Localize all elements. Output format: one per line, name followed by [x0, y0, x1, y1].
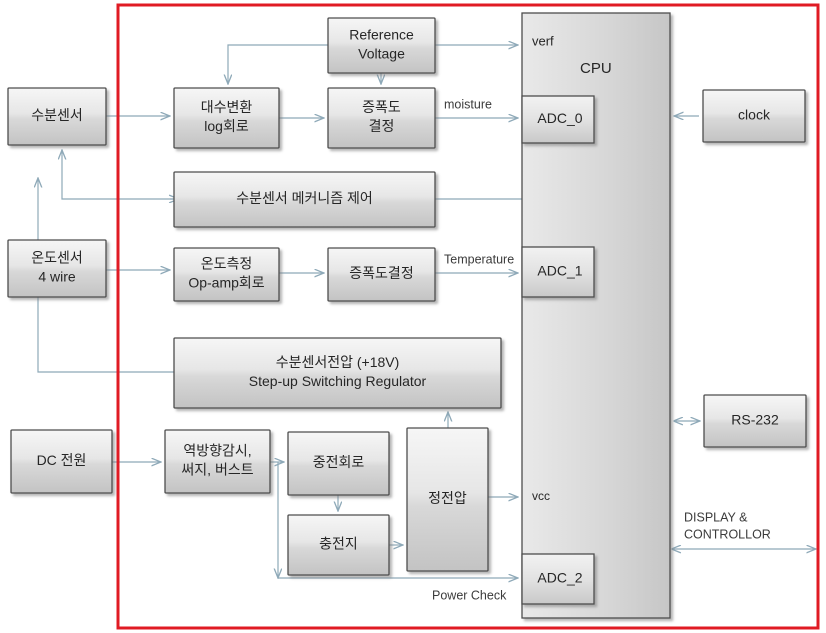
- cpu-pin-vcc: vcc: [532, 489, 550, 503]
- block-label-line: 중전회로: [313, 454, 365, 470]
- block-label-line: 4 wire: [38, 269, 76, 285]
- block-label-line: 증폭도: [362, 99, 401, 115]
- block-label-line: Voltage: [358, 46, 405, 62]
- cpu-label: CPU: [580, 60, 612, 77]
- block-temp-sensor[interactable]: 온도센서 4 wire: [7, 239, 107, 298]
- block-charge-circuit[interactable]: 중전회로: [287, 431, 390, 496]
- block-rs-232[interactable]: RS-232: [703, 394, 807, 448]
- block-label-line: clock: [738, 107, 771, 123]
- edge-label-power-check-label: Power Check: [432, 588, 507, 602]
- block-label-line: RS-232: [731, 412, 779, 428]
- edge-label-moisture-label: moisture: [444, 97, 492, 111]
- wire-refvolt-to-log: [228, 44, 328, 84]
- cpu-adc-1[interactable]: ADC_1: [521, 246, 595, 298]
- block-label-line: log회로: [204, 118, 249, 134]
- block-label-line: 충전지: [319, 536, 358, 552]
- edge-label-display-label-1: DISPLAY &: [684, 510, 748, 524]
- block-label-line: DC 전원: [37, 452, 87, 468]
- cpu-adc-0[interactable]: ADC_0: [521, 95, 595, 144]
- block-reverse-surge-burst[interactable]: 역방향감시, 써지, 버스트: [164, 429, 271, 494]
- edge-label-display-label-2: CONTROLLOR: [684, 527, 771, 541]
- block-reference-voltage[interactable]: Reference Voltage: [327, 17, 436, 74]
- block-label-line: Op-amp회로: [188, 275, 264, 291]
- block-label-line: 대수변환: [201, 99, 253, 115]
- edge-label-temperature-label: Temperature: [444, 252, 514, 266]
- block-label-line: 수분센서: [31, 107, 83, 123]
- block-log-converter[interactable]: 대수변환 log회로: [173, 87, 280, 149]
- block-temp-opamp[interactable]: 온도측정 Op-amp회로: [173, 247, 280, 302]
- block-label-line: 수분센서전압 (+18V): [276, 354, 400, 370]
- block-label-line: 증폭도결정: [349, 265, 413, 281]
- cpu-pin-verf: verf: [532, 33, 554, 48]
- blocks-layer: 수분센서온도센서 4 wire DC 전원 대수변환 log회로 Reference Vol…: [7, 17, 807, 576]
- block-voltage-regulator[interactable]: 정전압: [406, 427, 489, 572]
- diagram-canvas: CPU verf vcc 수분센서온도센서 4 wire DC 전원 대수변환 log회…: [7, 3, 820, 630]
- block-label-line: 역방향감시,: [183, 443, 251, 459]
- block-label-line: 수분센서 메커니즘 제어: [236, 190, 373, 206]
- block-label-line: 결정: [369, 118, 395, 134]
- block-label-line: 온도측정: [201, 256, 253, 272]
- adc-label: ADC_2: [537, 570, 582, 586]
- block-moisture-sensor[interactable]: 수분센서: [7, 87, 107, 146]
- wire-regulator-to-left-rail: [37, 297, 174, 373]
- block-gain-decision-2[interactable]: 증폭도결정: [327, 247, 436, 302]
- block-label-line: 온도센서: [31, 250, 83, 266]
- block-diagram: CPU verf vcc 수분센서온도센서 4 wire DC 전원 대수변환 log회…: [0, 0, 826, 633]
- cpu-adc-2[interactable]: ADC_2: [521, 553, 595, 605]
- block-clock[interactable]: clock: [702, 89, 806, 143]
- block-step-up-regulator[interactable]: 수분센서전압 (+18V) Step-up Switching Regulator: [173, 337, 502, 409]
- block-rechargeable-battery[interactable]: 충전지: [287, 514, 390, 576]
- block-label-line: 정전압: [428, 490, 467, 506]
- block-moisture-mechanism[interactable]: 수분센서 메커니즘 제어: [173, 171, 436, 228]
- block-dc-power[interactable]: DC 전원: [10, 429, 113, 494]
- adc-label: ADC_0: [537, 110, 582, 126]
- block-label-line: 써지, 버스트: [181, 462, 253, 478]
- adc-label: ADC_1: [537, 263, 582, 279]
- block-label-line: Step-up Switching Regulator: [249, 373, 427, 389]
- block-label-line: Reference: [349, 27, 414, 43]
- block-gain-decision-1[interactable]: 증폭도결정: [327, 87, 436, 149]
